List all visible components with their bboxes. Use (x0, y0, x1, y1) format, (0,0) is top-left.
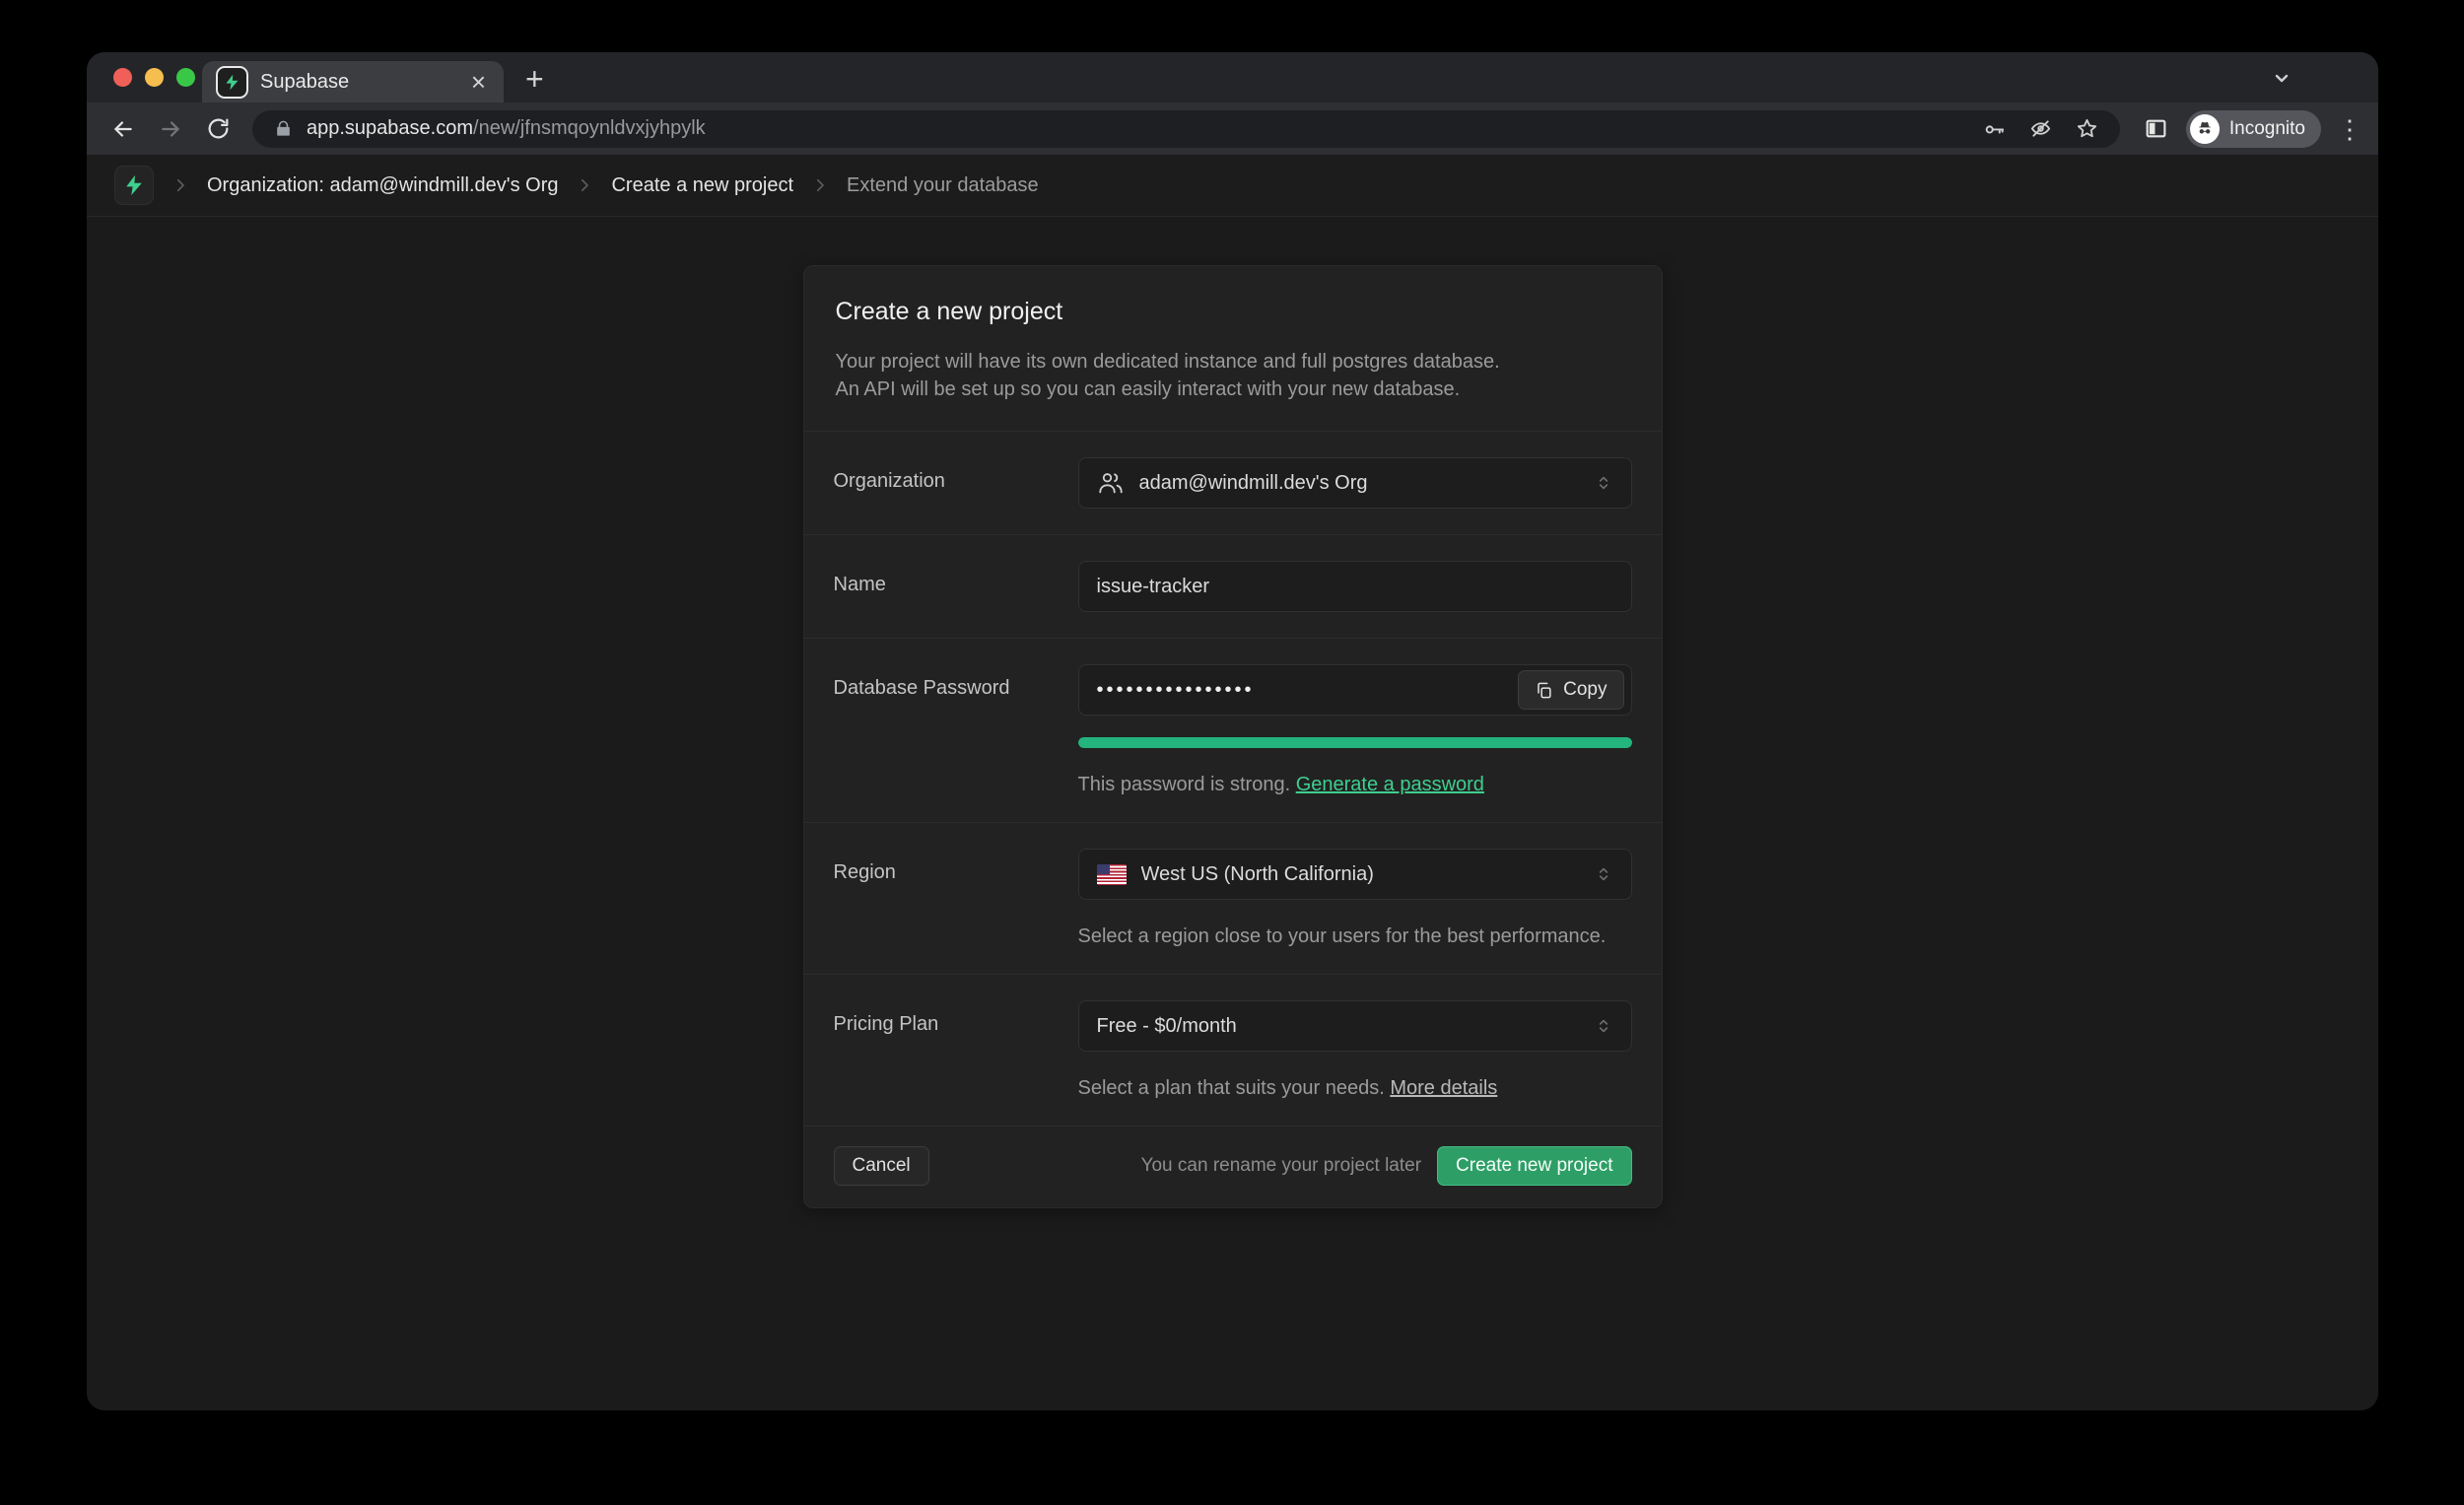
page-title: Create a new project (836, 298, 1630, 326)
pricing-helper-text: Select a plan that suits your needs. Mor… (1078, 1077, 1632, 1100)
region-select[interactable]: West US (North California) (1078, 849, 1632, 900)
chevron-right-icon (171, 176, 189, 194)
organization-value: adam@windmill.dev's Org (1139, 472, 1579, 495)
supabase-logo-icon[interactable] (114, 166, 154, 205)
lock-icon (274, 119, 293, 138)
region-row: Region West US (North California) Select… (804, 823, 1662, 975)
project-name-input[interactable]: issue-tracker (1078, 561, 1632, 612)
copy-icon (1535, 681, 1553, 700)
pricing-value: Free - $0/month (1097, 1015, 1579, 1038)
copy-password-button[interactable]: Copy (1518, 670, 1623, 710)
password-key-icon[interactable] (1983, 117, 2006, 140)
tab-search-chevron-icon[interactable] (2270, 66, 2293, 90)
users-icon (1097, 469, 1125, 497)
breadcrumb-item-extend-database: Extend your database (847, 174, 1039, 197)
password-strength-fill (1078, 737, 1632, 748)
address-bar[interactable]: app.supabase.com/new/jfnsmqoynldvxjyhpyl… (252, 110, 2120, 148)
description-line-1: Your project will have its own dedicated… (836, 348, 1630, 376)
us-flag-icon (1097, 864, 1127, 885)
generate-password-link[interactable]: Generate a password (1296, 774, 1484, 795)
password-masked-value: •••••••••••••••• (1097, 679, 1504, 702)
page-content: Create a new project Your project will h… (87, 217, 2378, 1409)
database-password-input[interactable]: •••••••••••••••• Copy (1078, 664, 1632, 716)
incognito-icon (2190, 114, 2220, 144)
breadcrumb-item-organization[interactable]: Organization: adam@windmill.dev's Org (207, 174, 558, 197)
breadcrumb-item-create-project[interactable]: Create a new project (611, 174, 793, 197)
url-domain: app.supabase.com (307, 117, 473, 139)
copy-button-label: Copy (1563, 679, 1607, 701)
organization-label: Organization (834, 457, 1078, 509)
more-details-link[interactable]: More details (1390, 1077, 1497, 1099)
tab-close-icon[interactable]: × (467, 69, 490, 95)
minimize-window-button[interactable] (145, 68, 164, 87)
select-updown-icon (1594, 1016, 1613, 1036)
name-label: Name (834, 561, 1078, 612)
back-icon[interactable] (103, 108, 144, 150)
eye-off-icon[interactable] (2029, 117, 2052, 140)
chevron-right-icon (576, 176, 593, 194)
tab-title: Supabase (260, 71, 455, 94)
create-project-card: Create a new project Your project will h… (803, 265, 1663, 1208)
url-text[interactable]: app.supabase.com/new/jfnsmqoynldvxjyhpyl… (307, 117, 706, 140)
create-new-project-button[interactable]: Create new project (1437, 1146, 1631, 1186)
browser-toolbar: app.supabase.com/new/jfnsmqoynldvxjyhpyl… (87, 103, 2378, 155)
card-description: Your project will have its own dedicated… (836, 348, 1630, 403)
tab-strip: Supabase × + (87, 52, 2378, 103)
incognito-label: Incognito (2229, 118, 2305, 140)
organization-row: Organization adam@windmill.dev's Org (804, 432, 1662, 535)
new-tab-button[interactable]: + (525, 63, 544, 95)
project-name-value: issue-tracker (1097, 576, 1613, 598)
url-path: /new/jfnsmqoynldvxjyhpylk (473, 117, 706, 139)
region-helper-text: Select a region close to your users for … (1078, 925, 1632, 948)
name-row: Name issue-tracker (804, 535, 1662, 639)
window-controls (113, 68, 195, 87)
description-line-2: An API will be set up so you can easily … (836, 376, 1630, 403)
close-window-button[interactable] (113, 68, 132, 87)
pricing-label: Pricing Plan (834, 1000, 1078, 1100)
password-row: Database Password •••••••••••••••• Copy … (804, 639, 1662, 823)
zoom-window-button[interactable] (176, 68, 195, 87)
reload-icon[interactable] (197, 108, 239, 150)
rename-note: You can rename your project later (1141, 1155, 1421, 1177)
chevron-right-icon (811, 176, 829, 194)
breadcrumb: Organization: adam@windmill.dev's Org Cr… (87, 155, 2378, 217)
incognito-badge: Incognito (2186, 110, 2321, 148)
card-header: Create a new project Your project will h… (804, 266, 1662, 432)
side-panel-icon[interactable] (2144, 116, 2168, 141)
browser-menu-icon[interactable]: ⋮ (2337, 116, 2362, 142)
cancel-button[interactable]: Cancel (834, 1146, 929, 1186)
pricing-plan-select[interactable]: Free - $0/month (1078, 1000, 1632, 1052)
pricing-row: Pricing Plan Free - $0/month Select a pl… (804, 975, 1662, 1127)
select-updown-icon (1594, 473, 1613, 493)
bookmark-star-icon[interactable] (2076, 117, 2098, 140)
supabase-favicon-icon (216, 66, 248, 99)
forward-icon[interactable] (150, 108, 191, 150)
region-value: West US (North California) (1141, 863, 1579, 886)
browser-tab-supabase[interactable]: Supabase × (202, 61, 504, 103)
select-updown-icon (1594, 864, 1613, 884)
password-helper-text: This password is strong. Generate a pass… (1078, 774, 1632, 796)
password-label: Database Password (834, 664, 1078, 796)
organization-select[interactable]: adam@windmill.dev's Org (1078, 457, 1632, 509)
password-strength-meter (1078, 737, 1632, 748)
browser-window: Supabase × + app.supabase.com/new/jfnsmq… (87, 52, 2378, 1410)
card-footer: Cancel You can rename your project later… (804, 1127, 1662, 1207)
region-label: Region (834, 849, 1078, 948)
